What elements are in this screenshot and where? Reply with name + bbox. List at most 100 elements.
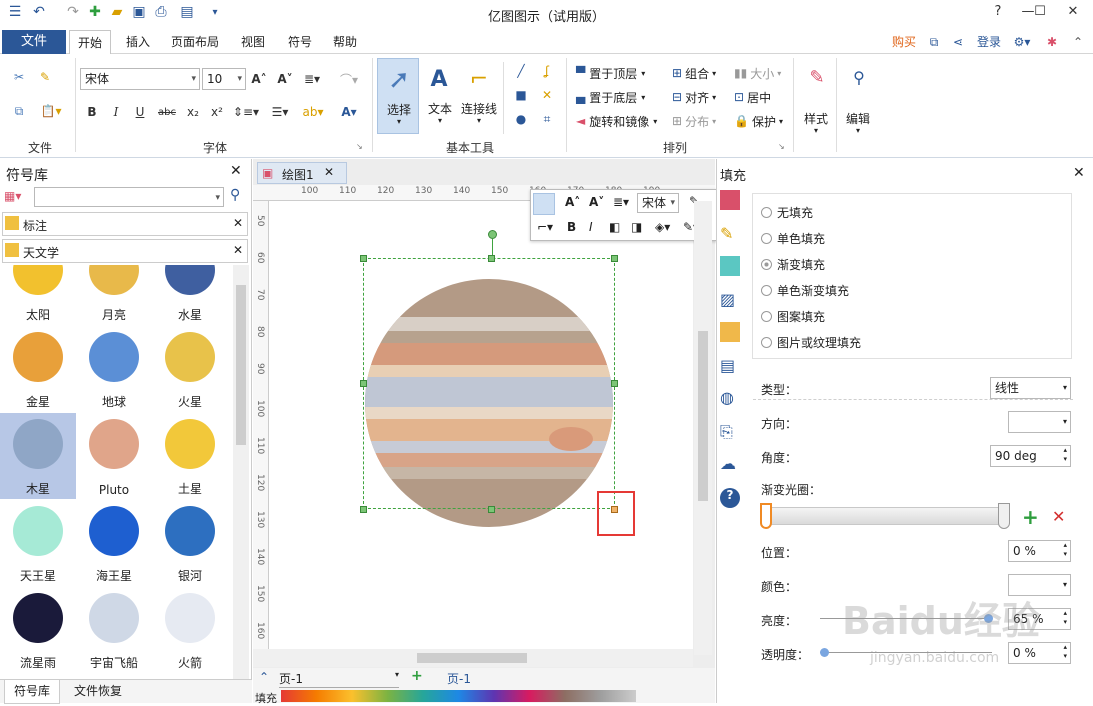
resize-handle[interactable]	[611, 380, 618, 387]
bullets-icon[interactable]: ☰▾	[266, 102, 294, 122]
mini-select-icon[interactable]	[533, 193, 555, 215]
bring-to-front-button[interactable]: ▀ 置于顶层 ▾	[576, 64, 660, 82]
symbol-item[interactable]: 月亮	[76, 265, 152, 325]
scroll-thumb[interactable]	[417, 653, 527, 663]
share-icon[interactable]: ⋖	[948, 30, 968, 54]
mini-align-icon[interactable]: ≣▾	[613, 195, 629, 209]
line-tool-icon[interactable]: ╱	[512, 62, 530, 80]
send-to-back-button[interactable]: ▄ 置于底层 ▾	[576, 88, 660, 106]
help-window-icon[interactable]: ?	[983, 2, 1013, 24]
rotate-mirror-button[interactable]: ◄ 旋转和镜像 ▾	[576, 112, 670, 130]
fill-option-picture[interactable]: 图片或纹理填充	[761, 334, 861, 351]
protect-button[interactable]: 🔒 保护 ▾	[734, 112, 786, 130]
shadow-tab-icon[interactable]	[720, 256, 740, 276]
position-input[interactable]: 0 % ▴ ▾	[1008, 540, 1071, 562]
curve-tool-icon[interactable]: ʆ	[538, 62, 556, 80]
page-nav-up-icon[interactable]: ⌃	[259, 670, 269, 684]
globe-icon[interactable]: ◍	[720, 388, 740, 408]
strikethrough-icon[interactable]: abc	[156, 102, 178, 122]
line-spacing-icon[interactable]: ⇕≡▾	[232, 102, 260, 122]
text-path-icon[interactable]: ⌒▾	[334, 68, 364, 90]
mini-connector-icon[interactable]: ⌐▾	[537, 220, 553, 234]
grow-font-icon[interactable]: A˄	[250, 68, 268, 90]
size-button[interactable]: ▮▮ 大小 ▾	[734, 64, 786, 82]
font-color-icon[interactable]: A▾	[334, 102, 364, 122]
fill-option-mono-gradient[interactable]: 单色渐变填充	[761, 282, 849, 299]
image-tab-icon[interactable]: ▨	[720, 290, 740, 310]
attachment-icon[interactable]: ⎘	[720, 422, 740, 442]
tab-insert[interactable]: 插入	[118, 30, 158, 54]
mini-bold-icon[interactable]: B	[567, 220, 576, 234]
arrange-dialog-icon[interactable]: ↘	[778, 142, 785, 151]
canvas-horizontal-scrollbar[interactable]	[253, 649, 693, 667]
mini-fill-icon[interactable]: ◈▾	[655, 220, 670, 234]
close-fill-panel-icon[interactable]: ✕	[1073, 165, 1085, 181]
tab-view[interactable]: 视图	[233, 30, 273, 54]
resize-handle[interactable]	[611, 255, 618, 262]
crop-tool-icon[interactable]: ⌗	[538, 110, 556, 128]
mini-font-select[interactable]: 宋体 ▾	[637, 193, 679, 213]
font-size-select[interactable]: 10 ▾	[202, 68, 246, 90]
search-icon[interactable]: ⚲	[230, 187, 240, 203]
tab-help[interactable]: 帮助	[325, 30, 365, 54]
canvas-vertical-scrollbar[interactable]	[694, 201, 712, 655]
help-icon[interactable]: ?	[720, 488, 740, 508]
library-section-astronomy[interactable]: 天文学 ✕	[2, 239, 248, 263]
align-text-icon[interactable]: ≣▾	[300, 68, 324, 90]
close-section-icon[interactable]: ✕	[233, 216, 243, 230]
share-screen-icon[interactable]: ⧉	[924, 30, 944, 54]
page-select[interactable]: 页-1 ▾	[279, 670, 399, 688]
mini-shrink-font-icon[interactable]: A˅	[589, 195, 604, 209]
font-family-select[interactable]: 宋体 ▾	[80, 68, 200, 90]
add-stop-icon[interactable]: +	[1022, 505, 1039, 529]
mini-back-icon[interactable]: ◨	[631, 220, 642, 234]
style-button[interactable]: ✎ 样式 ▾	[800, 62, 832, 142]
library-menu-icon[interactable]: ▦▾	[4, 189, 32, 207]
symbol-item[interactable]: 天王星	[0, 500, 76, 586]
align-button[interactable]: ⊟ 对齐 ▾	[672, 88, 728, 106]
direction-select[interactable]: ▾	[1008, 411, 1071, 433]
file-menu[interactable]: 文件	[2, 30, 66, 54]
format-painter-icon[interactable]: ✂	[10, 68, 28, 86]
gradient-stop-left[interactable]	[760, 503, 772, 529]
symbol-item[interactable]: 火星	[152, 326, 228, 412]
gradient-stop-right[interactable]	[998, 503, 1010, 529]
transparency-input[interactable]: 0 % ▴ ▾	[1008, 642, 1071, 664]
mini-grow-font-icon[interactable]: A˄	[565, 195, 580, 209]
library-section-annotation[interactable]: 标注 ✕	[2, 212, 248, 236]
copy-icon[interactable]: ⧉	[10, 102, 28, 120]
buy-link[interactable]: 购买	[888, 30, 920, 54]
rectangle-tool-icon[interactable]: ■	[512, 86, 530, 104]
maximize-icon[interactable]: ☐	[1025, 2, 1055, 24]
library-scrollbar[interactable]	[233, 265, 249, 683]
symbol-item[interactable]: 火箭	[152, 587, 228, 673]
layer-tab-icon[interactable]	[720, 322, 740, 342]
line-tab-icon[interactable]: ✎	[720, 224, 740, 244]
tab-page-layout[interactable]: 页面布局	[166, 30, 224, 54]
type-select[interactable]: 线性 ▾	[990, 377, 1071, 399]
scroll-thumb[interactable]	[698, 331, 708, 501]
symbol-item[interactable]: 地球	[76, 326, 152, 412]
tab-symbol-library[interactable]: 符号库	[4, 680, 60, 704]
select-tool-button[interactable]: ➚ 选择 ▾	[377, 58, 419, 134]
pen-tool-icon[interactable]: ✕	[538, 86, 556, 104]
comment-icon[interactable]: ☁	[720, 454, 740, 474]
angle-input[interactable]: 90 deg ▴ ▾	[990, 445, 1071, 467]
fill-option-gradient[interactable]: 渐变填充	[761, 256, 825, 273]
symbol-item[interactable]: 银河	[152, 500, 228, 586]
subscript-icon[interactable]: x₂	[184, 102, 202, 122]
paste-icon[interactable]: 📋▾	[36, 102, 66, 120]
symbol-item[interactable]: 海王星	[76, 500, 152, 586]
distribute-button[interactable]: ⊞ 分布 ▾	[672, 112, 728, 130]
page-setup-icon[interactable]: ▤	[720, 356, 740, 376]
text-tool-button[interactable]: A 文本 ▾	[421, 58, 459, 134]
highlight-icon[interactable]: ab▾	[298, 102, 328, 122]
close-icon[interactable]: ✕	[1058, 2, 1088, 24]
fill-option-pattern[interactable]: 图案填充	[761, 308, 825, 325]
symbol-item[interactable]: 水星	[152, 265, 228, 325]
symbol-item[interactable]: 宇宙飞船	[76, 587, 152, 673]
tab-symbol[interactable]: 符号	[280, 30, 320, 54]
close-document-icon[interactable]: ✕	[324, 165, 334, 179]
resize-handle[interactable]	[360, 380, 367, 387]
bold-icon[interactable]: B	[84, 102, 100, 122]
